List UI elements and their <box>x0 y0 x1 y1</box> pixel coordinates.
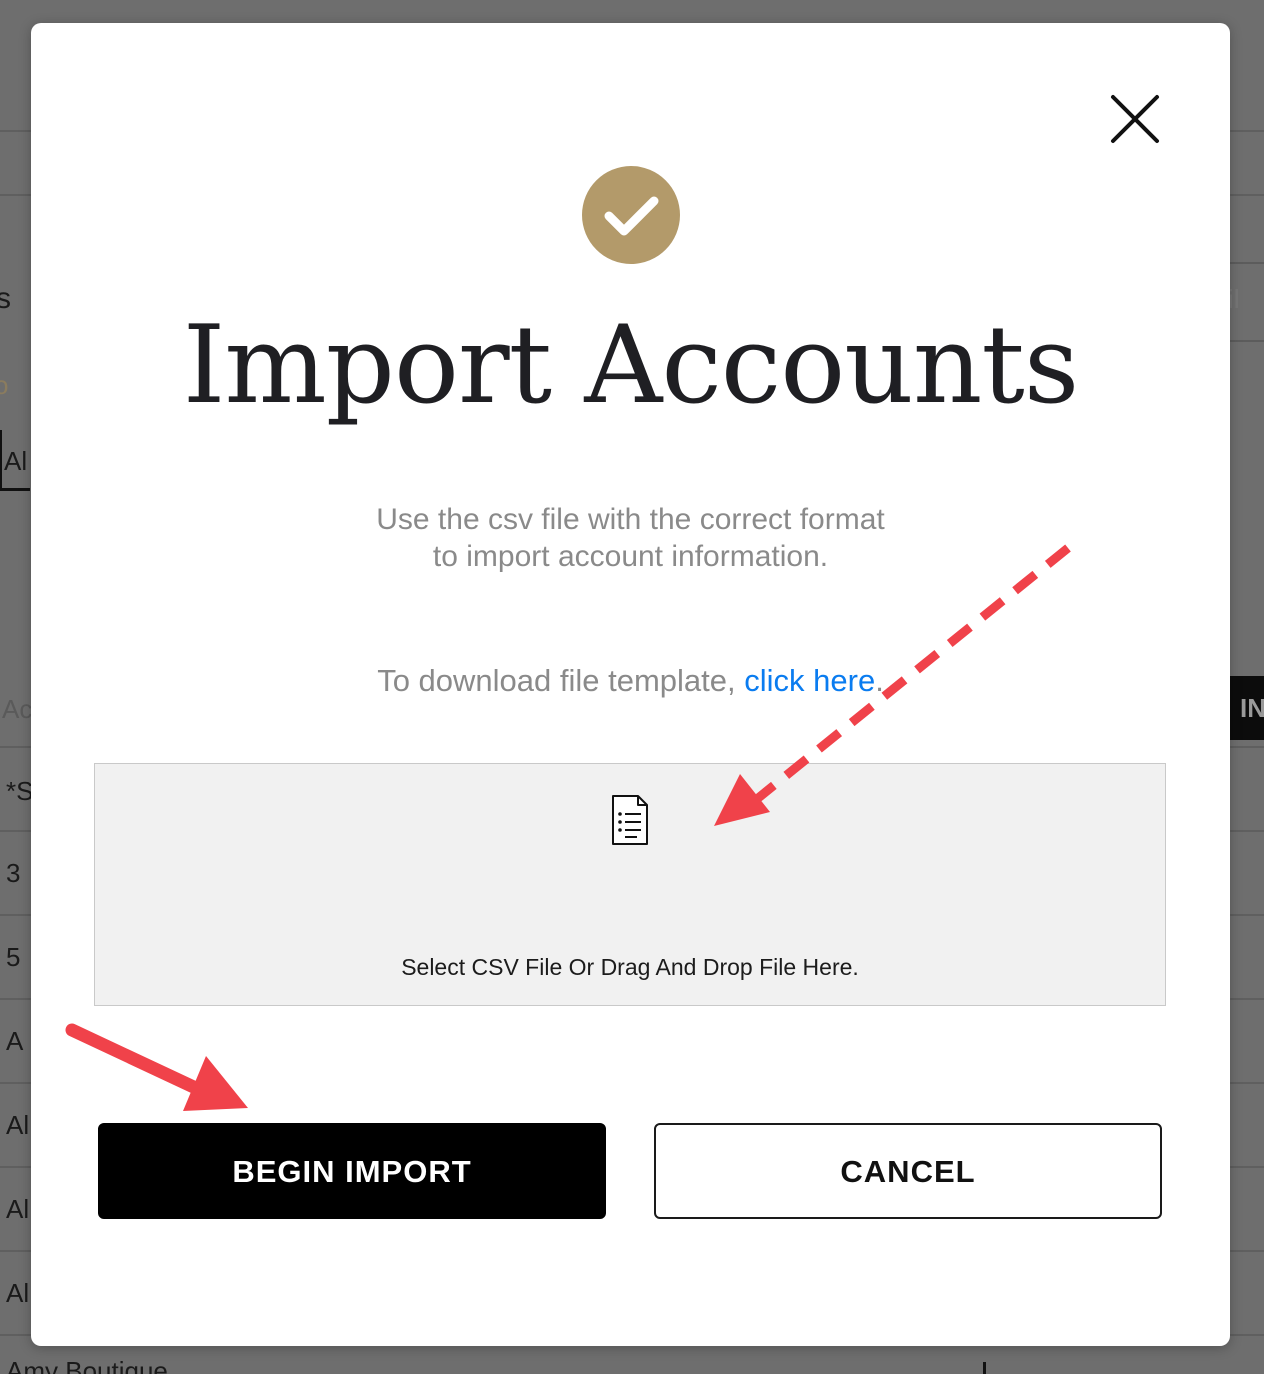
background-heading-fragment: s <box>0 282 11 315</box>
description-line: Use the csv file with the correct format <box>376 503 885 536</box>
modal-title: Import Accounts <box>182 303 1080 428</box>
background-tab-label: Al <box>4 446 28 476</box>
background-text-fragment: o <box>0 370 9 400</box>
close-button[interactable] <box>1109 93 1161 145</box>
success-badge <box>582 166 680 264</box>
background-row-text: *S <box>6 776 34 806</box>
background-tab-edge <box>0 430 2 490</box>
background-row-text: Amy Boutique <box>6 1356 168 1374</box>
csv-dropzone[interactable]: Select CSV File Or Drag And Drop File He… <box>94 763 1166 1006</box>
background-row-text: 5 <box>6 942 21 972</box>
close-icon <box>1111 95 1159 143</box>
file-list-icon <box>610 794 650 846</box>
modal-description: Use the csv file with the correct format… <box>31 501 1230 575</box>
background-cursor-mark <box>983 1362 986 1374</box>
template-suffix: . <box>875 663 884 698</box>
import-accounts-modal: Import Accounts Use the csv file with th… <box>31 23 1230 1346</box>
description-line: to import account information. <box>432 540 829 573</box>
dropzone-label: Select CSV File Or Drag And Drop File He… <box>401 954 859 980</box>
template-download-text: To download file template, click here. <box>31 661 1230 701</box>
background-tab-underline <box>0 488 30 491</box>
background-button-fragment: IN <box>1240 693 1264 723</box>
cancel-button[interactable]: CANCEL <box>654 1123 1162 1219</box>
checkmark-icon <box>604 196 659 236</box>
background-button-edge: IN <box>1230 676 1264 740</box>
background-row-text: Al <box>6 1278 30 1308</box>
background-row-text: A <box>6 1026 24 1056</box>
background-row-text: 3 <box>6 858 21 888</box>
download-template-link[interactable]: click here <box>744 663 875 698</box>
begin-import-button[interactable]: BEGIN IMPORT <box>98 1123 606 1219</box>
background-row-text: Al <box>6 1110 30 1140</box>
background-row-text: Al <box>6 1194 30 1224</box>
background-column-header: Ac <box>2 694 33 724</box>
template-prefix: To download file template, <box>377 663 745 698</box>
